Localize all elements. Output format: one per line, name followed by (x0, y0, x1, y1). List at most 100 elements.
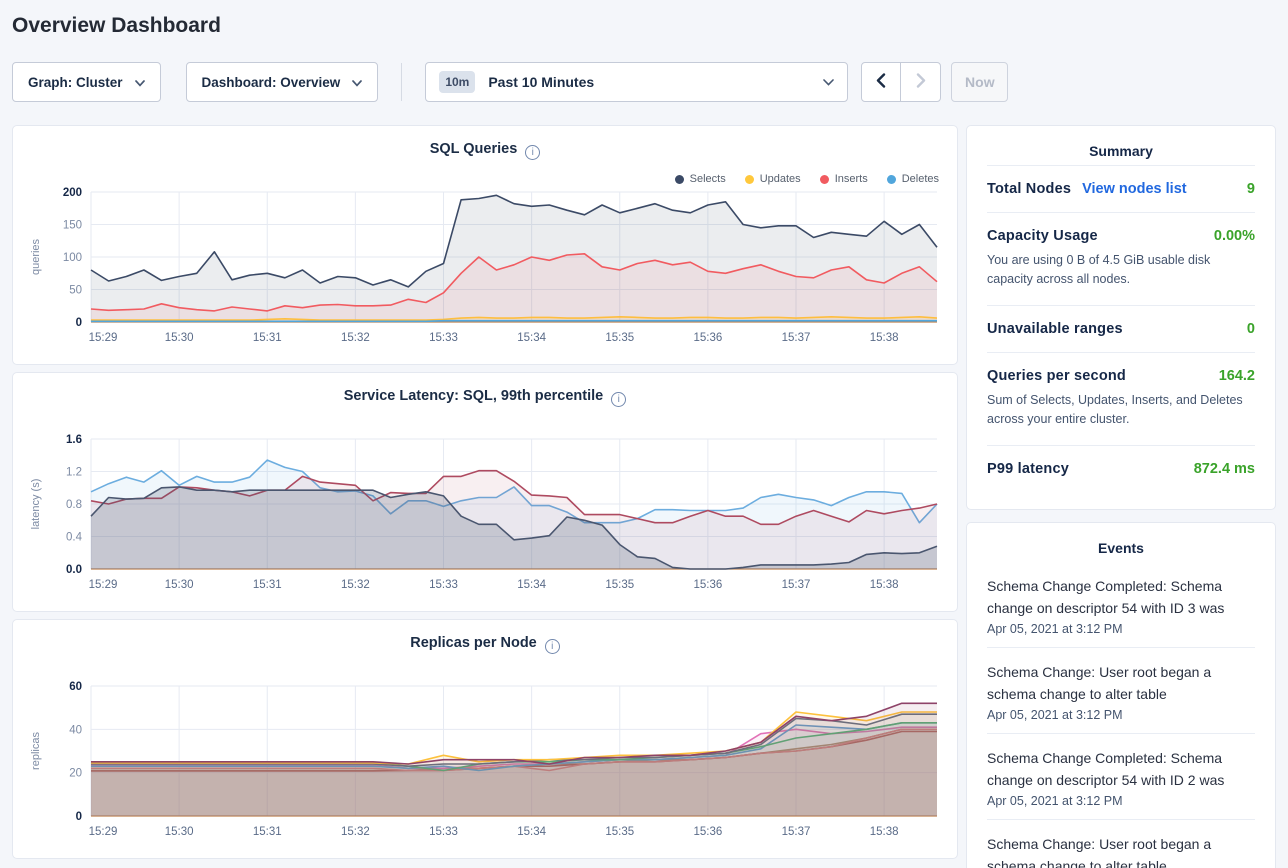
info-icon[interactable]: i (525, 145, 540, 160)
total-nodes-row: Total Nodes View nodes list 9 (987, 165, 1255, 212)
svg-text:15:38: 15:38 (870, 826, 899, 838)
time-range-picker[interactable]: 10m Past 10 Minutes (425, 62, 848, 102)
svg-text:0.0: 0.0 (66, 564, 82, 576)
sql-queries-chart[interactable]: 15:29 15:30 15:31 15:32 15:33 15:34 15:35 15:36… (23, 180, 949, 358)
svg-text:15:30: 15:30 (165, 332, 194, 344)
total-nodes-value: 9 (1247, 181, 1255, 197)
graph-dropdown[interactable]: Graph: Cluster (12, 62, 161, 102)
capacity-usage-note: You are using 0 B of 4.5 GiB usable disk… (987, 251, 1255, 290)
capacity-usage-value: 0.00% (1214, 228, 1255, 244)
svg-text:15:30: 15:30 (165, 826, 194, 838)
now-button[interactable]: Now (951, 62, 1008, 102)
svg-text:15:38: 15:38 (870, 579, 899, 591)
svg-text:60: 60 (69, 681, 82, 693)
capacity-usage-row: Capacity Usage 0.00% You are using 0 B o… (987, 212, 1255, 305)
side-column: Summary Total Nodes View nodes list 9 Ca… (966, 125, 1276, 868)
svg-text:1.2: 1.2 (66, 467, 82, 479)
main-content: SQL Queriesi SelectsUpdatesInsertsDelete… (12, 125, 1276, 868)
svg-text:15:29: 15:29 (89, 332, 118, 344)
svg-text:15:29: 15:29 (89, 579, 118, 591)
event-text: Schema Change Completed: Schema change o… (987, 747, 1255, 791)
events-title: Events (987, 540, 1255, 562)
svg-text:1.6: 1.6 (66, 434, 82, 446)
svg-text:15:35: 15:35 (605, 332, 634, 344)
view-nodes-list-link[interactable]: View nodes list (1082, 181, 1187, 197)
charts-column: SQL Queriesi SelectsUpdatesInsertsDelete… (12, 125, 958, 866)
time-range-badge: 10m (439, 71, 475, 93)
svg-text:15:29: 15:29 (89, 826, 118, 838)
svg-text:0: 0 (76, 811, 82, 823)
chart-title-row: Service Latency: SQL, 99th percentile i (13, 388, 957, 407)
queries-per-second-row: Queries per second 164.2 Sum of Selects,… (987, 352, 1255, 445)
event-timestamp: Apr 05, 2021 at 3:12 PM (987, 794, 1255, 808)
svg-text:15:33: 15:33 (429, 332, 458, 344)
svg-text:15:34: 15:34 (517, 579, 546, 591)
summary-panel: Summary Total Nodes View nodes list 9 Ca… (966, 125, 1276, 510)
event-timestamp: Apr 05, 2021 at 3:12 PM (987, 622, 1255, 636)
svg-text:50: 50 (69, 285, 82, 297)
time-range-label: Past 10 Minutes (488, 74, 594, 90)
p99-latency-value: 872.4 ms (1194, 461, 1255, 477)
svg-text:40: 40 (69, 724, 82, 736)
svg-text:15:32: 15:32 (341, 332, 370, 344)
svg-text:15:36: 15:36 (693, 826, 722, 838)
event-text: Schema Change: User root began a schema … (987, 661, 1255, 705)
service-latency-card: Service Latency: SQL, 99th percentile i 1… (12, 372, 958, 612)
svg-text:15:37: 15:37 (782, 826, 811, 838)
svg-text:15:34: 15:34 (517, 332, 546, 344)
service-latency-title: Service Latency: SQL, 99th percentile (344, 388, 604, 404)
event-item: Schema Change Completed: Schema change o… (987, 562, 1255, 647)
event-item: Schema Change: User root began a schema … (987, 819, 1255, 868)
svg-text:15:31: 15:31 (253, 332, 282, 344)
svg-text:15:36: 15:36 (693, 579, 722, 591)
unavailable-ranges-label: Unavailable ranges (987, 321, 1123, 337)
capacity-usage-label: Capacity Usage (987, 228, 1098, 244)
info-icon[interactable]: i (545, 639, 560, 654)
p99-latency-row: P99 latency 872.4 ms (987, 445, 1255, 492)
queries-per-second-note: Sum of Selects, Updates, Inserts, and De… (987, 391, 1255, 430)
unavailable-ranges-value: 0 (1247, 321, 1255, 337)
next-range-button[interactable] (901, 63, 940, 101)
queries-per-second-value: 164.2 (1219, 368, 1255, 384)
svg-text:replicas: replicas (30, 732, 42, 770)
sql-queries-card: SQL Queriesi SelectsUpdatesInsertsDelete… (12, 125, 958, 365)
toolbar: Graph: Cluster Dashboard: Overview 10m P… (12, 62, 1276, 102)
p99-latency-label: P99 latency (987, 461, 1069, 477)
svg-text:15:38: 15:38 (870, 332, 899, 344)
replicas-per-node-title: Replicas per Node (410, 635, 537, 651)
sql-queries-title: SQL Queries (430, 141, 518, 157)
svg-text:latency (s): latency (s) (30, 479, 42, 530)
svg-text:15:34: 15:34 (517, 826, 546, 838)
svg-text:15:36: 15:36 (693, 332, 722, 344)
graph-dropdown-label: Graph: Cluster (28, 75, 123, 90)
chevron-left-icon (876, 73, 886, 91)
svg-text:queries: queries (30, 238, 42, 275)
svg-text:15:35: 15:35 (605, 579, 634, 591)
replicas-per-node-chart[interactable]: 15:2915:3015:3115:3215:3315:3415:3515:36… (23, 674, 949, 852)
total-nodes-label: Total Nodes (987, 181, 1071, 197)
chevron-down-icon (823, 73, 834, 91)
event-text: Schema Change Completed: Schema change o… (987, 575, 1255, 619)
replicas-per-node-card: Replicas per Nodei 15:2915:3015:3115:321… (12, 619, 958, 859)
chevron-down-icon (352, 75, 362, 90)
dashboard-dropdown[interactable]: Dashboard: Overview (186, 62, 379, 102)
svg-text:20: 20 (69, 768, 82, 780)
events-list: Schema Change Completed: Schema change o… (987, 562, 1255, 868)
svg-text:15:35: 15:35 (605, 826, 634, 838)
svg-text:15:32: 15:32 (341, 579, 370, 591)
chevron-down-icon (135, 75, 145, 90)
chart-title-row: SQL Queries i (13, 141, 957, 160)
svg-text:15:32: 15:32 (341, 826, 370, 838)
events-panel: Events Schema Change Completed: Schema c… (966, 522, 1276, 868)
event-timestamp: Apr 05, 2021 at 3:12 PM (987, 708, 1255, 722)
svg-text:0.4: 0.4 (66, 532, 83, 544)
svg-text:150: 150 (63, 220, 82, 232)
previous-range-button[interactable] (862, 63, 901, 101)
svg-text:15:37: 15:37 (782, 332, 811, 344)
service-latency-chart[interactable]: 15:2915:3015:3115:3215:3315:3415:3515:36… (23, 427, 949, 605)
info-icon[interactable]: i (611, 392, 626, 407)
svg-text:200: 200 (63, 187, 82, 199)
svg-text:15:33: 15:33 (429, 579, 458, 591)
svg-text:15:31: 15:31 (253, 579, 282, 591)
svg-text:15:37: 15:37 (782, 579, 811, 591)
